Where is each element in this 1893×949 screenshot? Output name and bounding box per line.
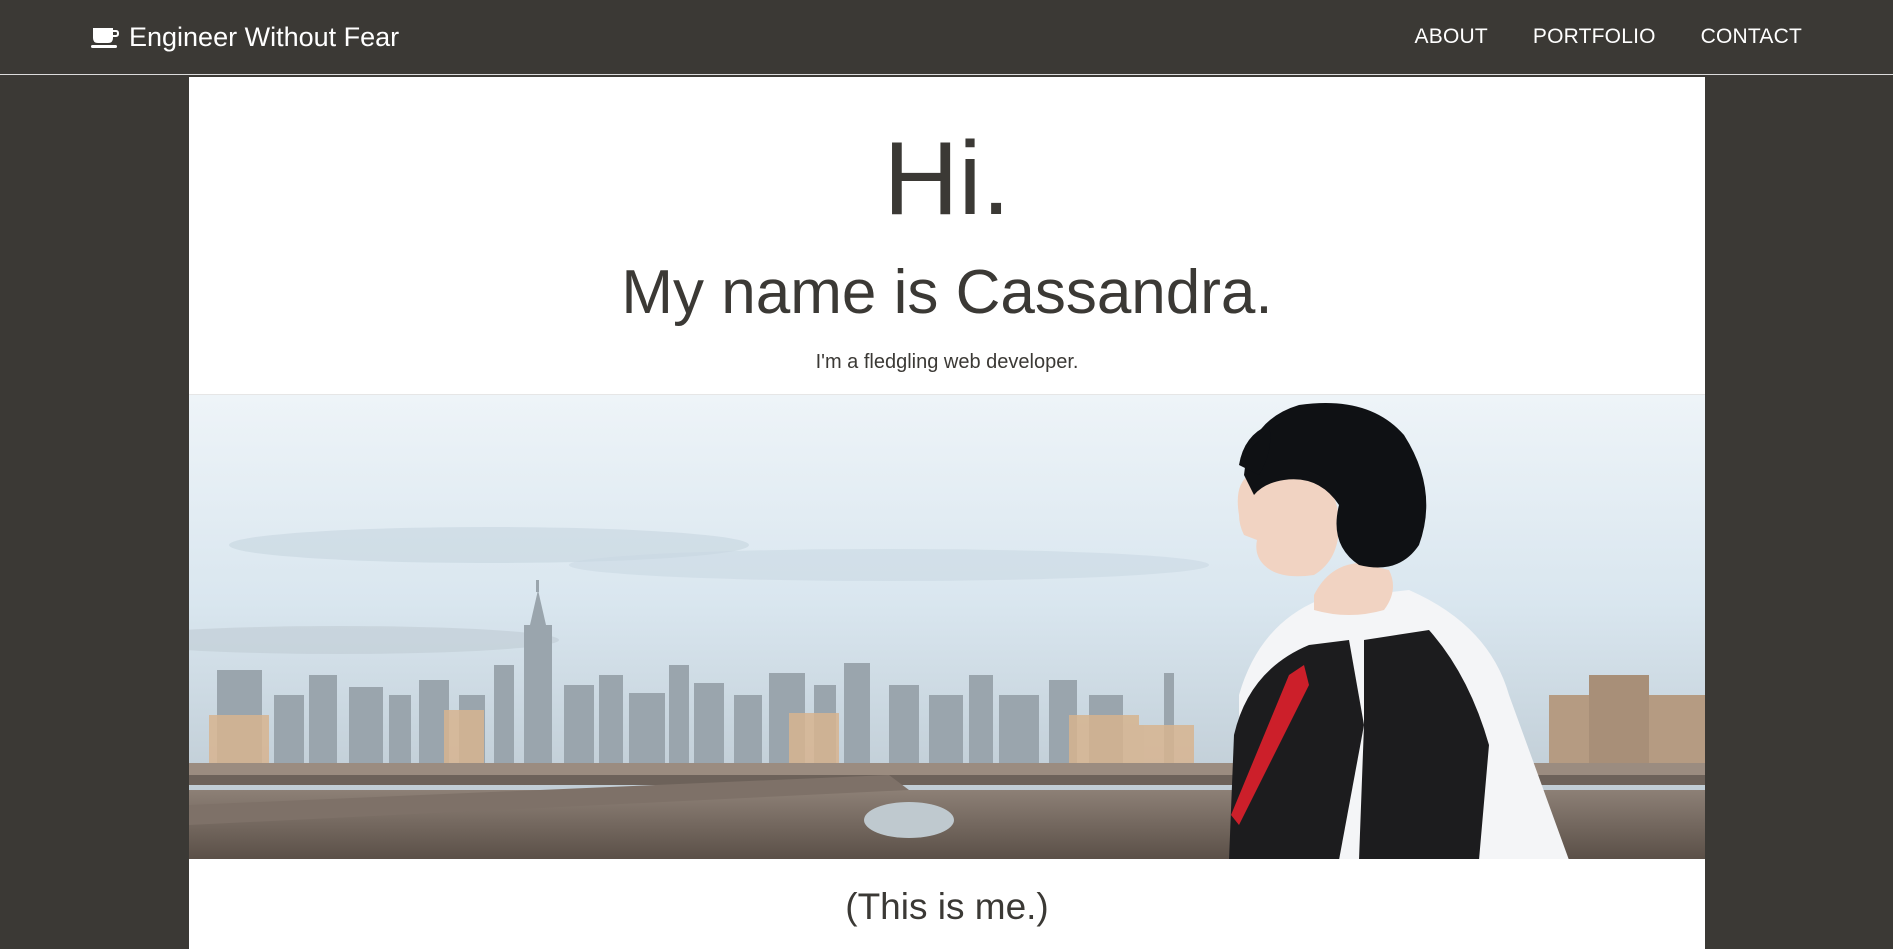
hero-greeting: Hi.: [883, 121, 1011, 237]
nav-portfolio-link[interactable]: PORTFOLIO: [1533, 24, 1656, 50]
nav-contact-link[interactable]: CONTACT: [1701, 24, 1802, 50]
main-nav: ABOUT PORTFOLIO CONTACT: [1415, 24, 1802, 50]
profile-photo: [189, 394, 1705, 859]
nav-about-link[interactable]: ABOUT: [1415, 24, 1488, 50]
hero-tagline: I'm a fledgling web developer.: [815, 351, 1079, 373]
brand-link[interactable]: Engineer Without Fear: [91, 21, 399, 53]
top-navbar: Engineer Without Fear ABOUT PORTFOLIO CO…: [0, 0, 1893, 75]
photo-caption: (This is me.): [845, 886, 1049, 927]
coffee-cup-icon: [91, 24, 121, 50]
brand-title: Engineer Without Fear: [129, 22, 400, 52]
content-panel: Hi. My name is Cassandra. I'm a fledglin…: [189, 77, 1705, 949]
hero-name-heading: My name is Cassandra.: [621, 258, 1273, 327]
